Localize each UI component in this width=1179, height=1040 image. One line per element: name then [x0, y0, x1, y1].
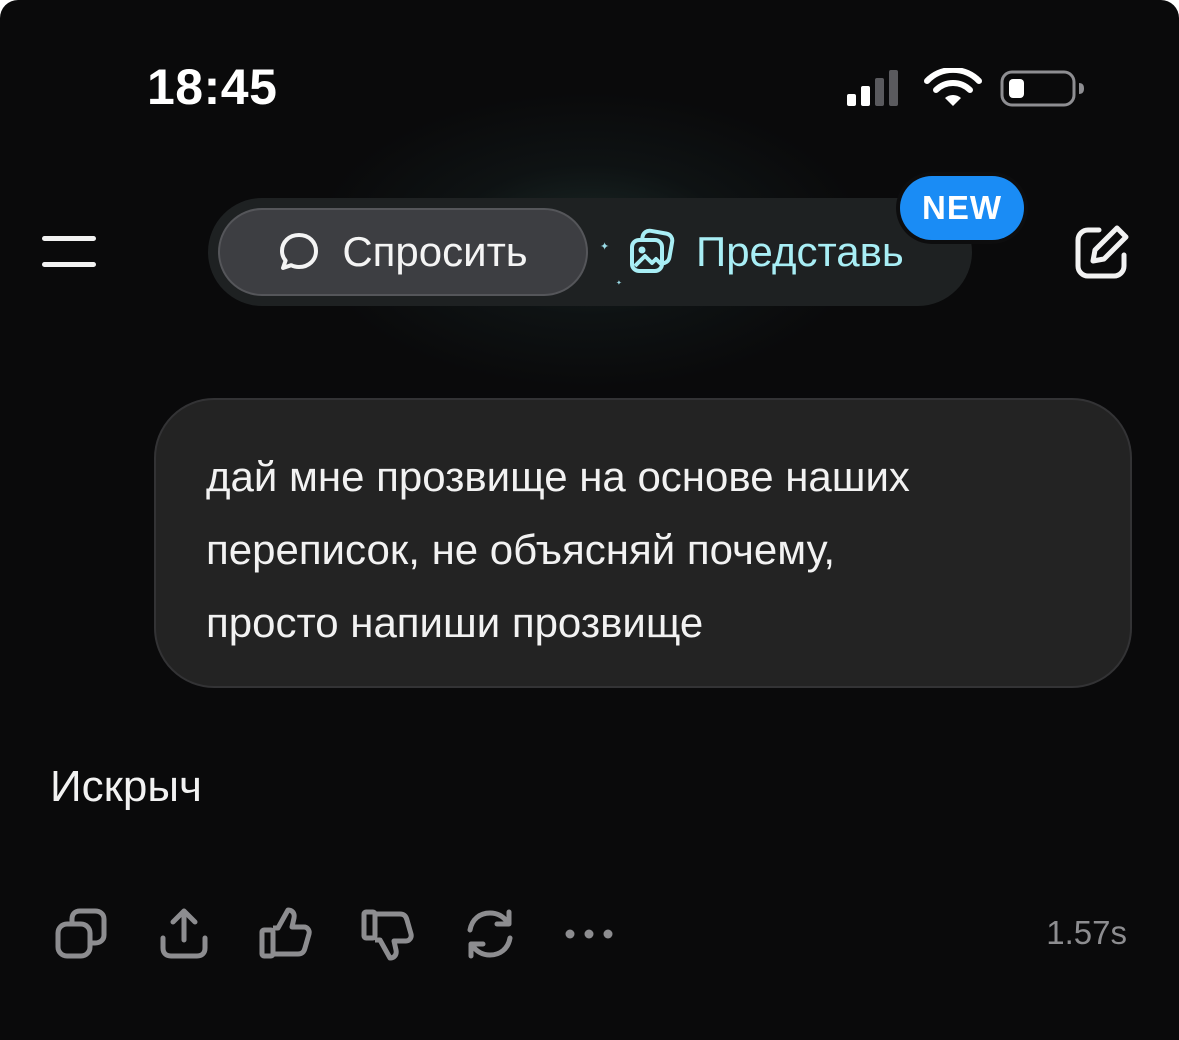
copy-icon	[55, 908, 107, 959]
user-message-line: дай мне прозвище на основе наших	[206, 453, 910, 500]
battery-low-icon	[1000, 70, 1084, 107]
hamburger-menu-icon	[42, 262, 96, 267]
mode-ask-button[interactable]: Спросить	[218, 208, 588, 296]
sparkle-icon: ✦	[616, 280, 622, 287]
wifi-icon	[924, 68, 982, 106]
status-icons	[845, 68, 1085, 108]
new-badge: NEW	[900, 176, 1024, 240]
assistant-reply: Искрыч	[50, 762, 202, 811]
mode-ask-label: Спросить	[342, 228, 528, 275]
mode-imagine-label: Представь	[696, 228, 904, 275]
sparkle-icon: ✦	[600, 241, 610, 253]
user-message-line: переписок, не объясняй почему,	[206, 526, 836, 573]
thumbs-down-icon	[361, 909, 414, 961]
mode-switcher: Спросить Представь ✦ ✦ ✦	[208, 198, 972, 306]
more-button[interactable]	[562, 906, 618, 962]
response-time: 1.57s	[1046, 914, 1127, 951]
thumbs-up-icon	[259, 907, 312, 959]
like-button[interactable]	[258, 906, 314, 962]
user-message-line: просто напиши прозвище	[206, 599, 704, 646]
status-time: 18:45	[147, 59, 278, 115]
share-icon	[160, 908, 208, 959]
image-stack-icon	[630, 228, 675, 273]
edit-compose-icon	[1075, 225, 1129, 279]
chat-bubble-icon	[280, 233, 319, 270]
hamburger-menu-icon	[42, 236, 96, 241]
new-chat-button[interactable]	[1072, 222, 1132, 282]
menu-button[interactable]	[40, 232, 100, 272]
app-screen: 18:45 Спросить Представь ✦ ✦ NEW дай мне…	[0, 0, 1179, 1040]
share-button[interactable]	[156, 906, 212, 962]
more-icon	[565, 929, 613, 939]
user-message-bubble: дай мне прозвище на основе наших перепис…	[154, 398, 1132, 688]
dislike-button[interactable]	[360, 906, 416, 962]
regenerate-button[interactable]	[462, 906, 518, 962]
regenerate-icon	[467, 909, 513, 959]
copy-button[interactable]	[54, 906, 110, 962]
